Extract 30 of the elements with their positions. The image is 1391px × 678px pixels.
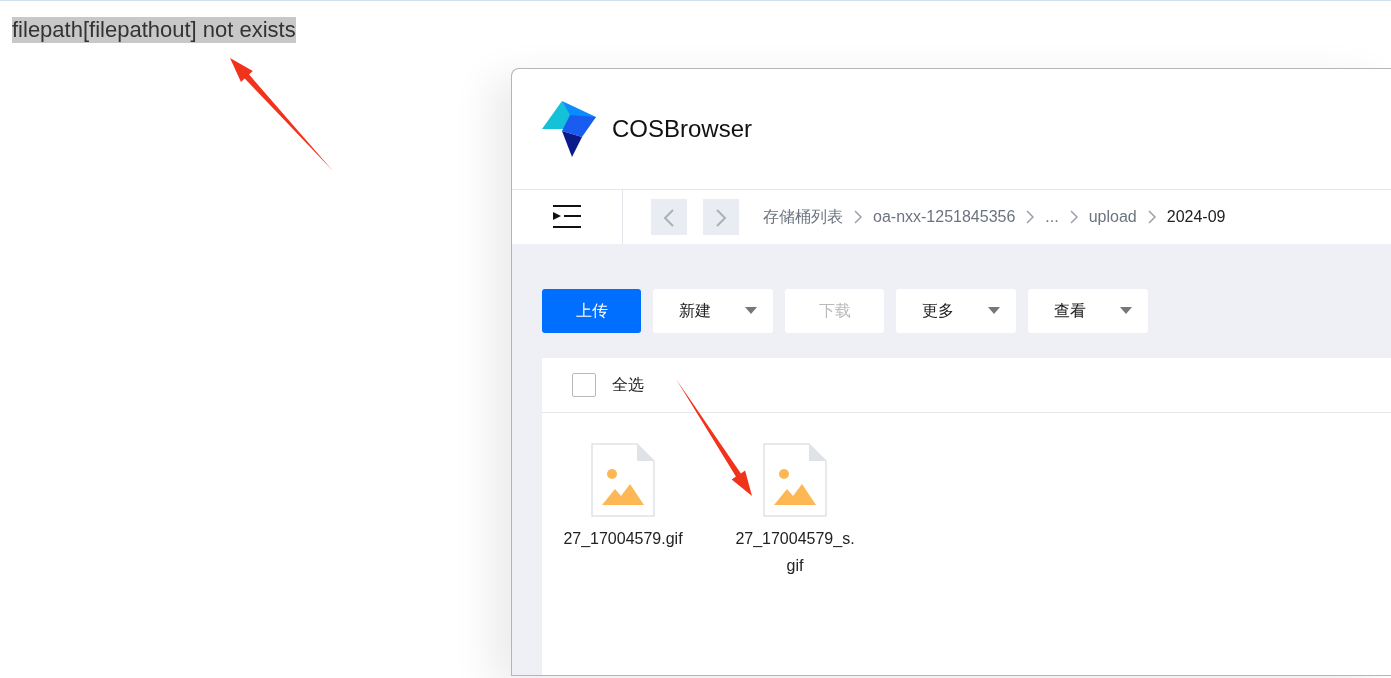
dropdown-button[interactable]: 新建 bbox=[653, 289, 773, 333]
breadcrumb-item[interactable]: 2024-09 bbox=[1166, 205, 1226, 229]
caret-icon bbox=[745, 307, 757, 315]
caret-icon bbox=[988, 307, 1000, 315]
select-all-label: 全选 bbox=[612, 375, 644, 395]
caret-icon bbox=[1120, 307, 1132, 315]
chevron-right-icon bbox=[715, 207, 727, 228]
breadcrumb-item[interactable]: ... bbox=[1045, 205, 1059, 229]
dropdown-button[interactable]: 查看 bbox=[1028, 289, 1148, 333]
select-all-checkbox[interactable] bbox=[572, 373, 596, 397]
image-file-icon[interactable] bbox=[591, 443, 655, 517]
chevron-icon bbox=[1069, 210, 1078, 224]
back-button[interactable] bbox=[651, 199, 687, 235]
menu-icon[interactable] bbox=[553, 205, 581, 229]
error-message: filepath[filepathout] not exists bbox=[12, 17, 296, 43]
chevron-icon bbox=[1147, 210, 1156, 224]
file-name: 27_17004579_s.gif bbox=[734, 529, 856, 576]
breadcrumb-item[interactable]: oa-nxx-1251845356 bbox=[873, 205, 1016, 229]
breadcrumb-item[interactable]: 存储桶列表 bbox=[763, 205, 843, 229]
file-name: 27_17004579.gif bbox=[563, 529, 683, 549]
chevron-icon bbox=[1026, 210, 1035, 224]
chevron-left-icon bbox=[663, 207, 675, 228]
chevron-icon bbox=[854, 210, 862, 224]
forward-button[interactable] bbox=[703, 199, 739, 235]
breadcrumb-item[interactable]: upload bbox=[1088, 205, 1137, 229]
app-logo bbox=[542, 101, 596, 157]
image-file-icon[interactable] bbox=[763, 443, 827, 517]
dropdown-button[interactable]: 更多 bbox=[896, 289, 1016, 333]
upload-button[interactable]: 上传 bbox=[542, 289, 641, 333]
app-title: COSBrowser bbox=[612, 114, 753, 144]
